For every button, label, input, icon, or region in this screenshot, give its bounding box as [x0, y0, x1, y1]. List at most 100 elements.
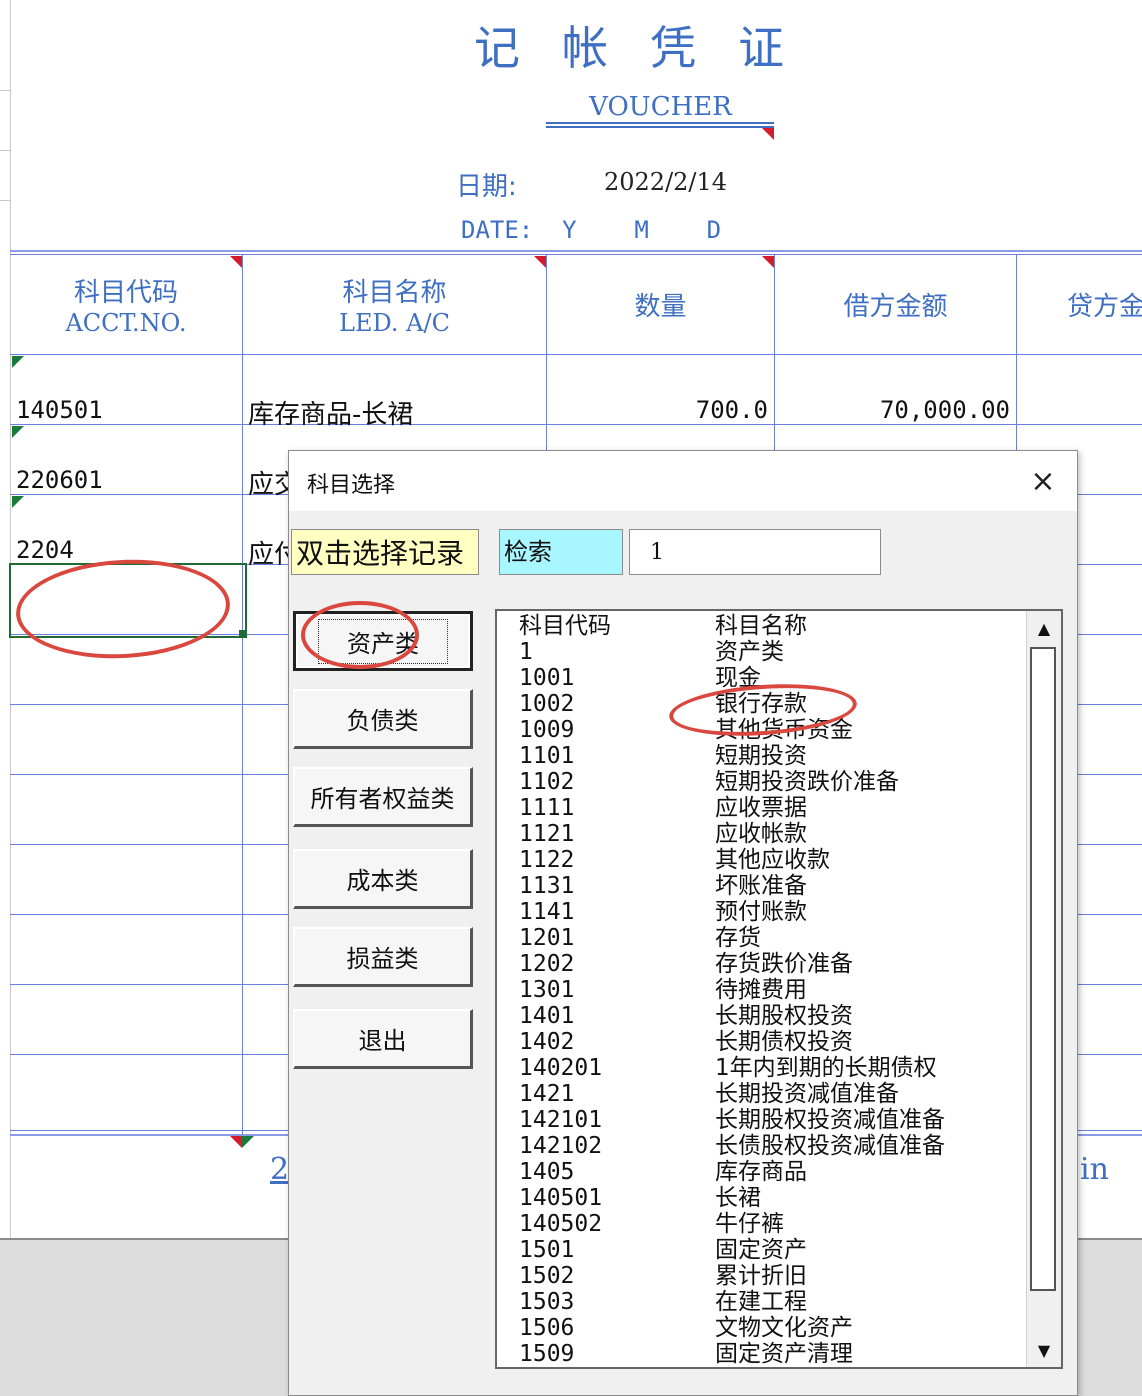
account-list-item[interactable]: 1421 长期投资减值准备 [519, 1081, 899, 1107]
account-name: 应收票据 [715, 795, 807, 821]
account-list-item[interactable]: 1502 累计折旧 [519, 1263, 807, 1289]
account-name: 长债股权投资减值准备 [715, 1133, 945, 1159]
error-marker [12, 426, 24, 438]
account-name: 长期债权投资 [715, 1029, 853, 1055]
account-name: 预付账款 [715, 899, 807, 925]
dialog-titlebar[interactable]: 科目选择 × [289, 451, 1077, 511]
annotation-circle [301, 601, 419, 669]
footer-text-right: in [1080, 1152, 1109, 1187]
title-underline-2 [546, 126, 774, 128]
grid-line [10, 354, 1142, 355]
account-code: 1421 [519, 1081, 575, 1107]
account-list-item[interactable]: 142101 长期股权投资减值准备 [519, 1107, 945, 1133]
list-header-name: 科目名称 [715, 613, 807, 639]
header-ledger-en: LED. A/C [339, 308, 450, 337]
header-acct-no: 科目代码 ACCT.NO. [10, 256, 242, 352]
account-code: 1201 [519, 925, 575, 951]
list-scrollbar[interactable]: ▲ ▼ [1026, 611, 1061, 1367]
account-list-header: 科目代码 科目名称 [519, 613, 807, 639]
account-name: 长期股权投资 [715, 1003, 853, 1029]
account-list-item[interactable]: 1402 长期债权投资 [519, 1029, 853, 1055]
account-name: 坏账准备 [715, 873, 807, 899]
account-list-item[interactable]: 1141 预付账款 [519, 899, 807, 925]
account-list-item[interactable]: 1401 长期股权投资 [519, 1003, 853, 1029]
account-list-item[interactable]: 1501 固定资产 [519, 1237, 807, 1263]
comment-marker [762, 128, 774, 140]
account-code: 1402 [519, 1029, 575, 1055]
account-code: 1122 [519, 847, 575, 873]
account-list-item[interactable]: 140201 1年内到期的长期债权 [519, 1055, 937, 1081]
account-code: 1401 [519, 1003, 575, 1029]
account-name: 存货 [715, 925, 761, 951]
account-list-item[interactable]: 1506 文物文化资产 [519, 1315, 853, 1341]
account-list-item[interactable]: 1509 固定资产清理 [519, 1341, 853, 1367]
account-list-item[interactable]: 1101 短期投资 [519, 743, 807, 769]
account-list-item[interactable]: 1001 现金 [519, 665, 761, 691]
account-code: 1 [519, 639, 533, 665]
header-debit: 借方金额 [775, 256, 1016, 352]
account-list-item[interactable]: 140502 牛仔裤 [519, 1211, 784, 1237]
category-equity-button[interactable]: 所有者权益类 [293, 767, 473, 827]
account-list-item[interactable]: 1503 在建工程 [519, 1289, 807, 1315]
account-list-item[interactable]: 1111 应收票据 [519, 795, 807, 821]
header-ledger: 科目名称 LED. A/C [243, 256, 546, 352]
account-list-item[interactable]: 1122 其他应收款 [519, 847, 830, 873]
account-name: 文物文化资产 [715, 1315, 853, 1341]
date-label: 日期: [456, 172, 517, 202]
row1-debit[interactable]: 70,000.00 [776, 396, 1010, 424]
category-cost-button[interactable]: 成本类 [293, 849, 473, 909]
row2-code[interactable]: 220601 [16, 466, 103, 494]
search-label: 检索 [499, 529, 623, 575]
row3-code[interactable]: 2204 [16, 536, 74, 564]
account-code: 140201 [519, 1055, 603, 1081]
scroll-down-icon[interactable]: ▼ [1027, 1333, 1061, 1367]
account-list-item[interactable]: 1405 库存商品 [519, 1159, 807, 1185]
voucher-title-cn: 记帐凭证 [474, 21, 826, 75]
account-list-item[interactable]: 1201 存货 [519, 925, 761, 951]
account-code: 142102 [519, 1133, 603, 1159]
account-code: 1101 [519, 743, 575, 769]
comment-marker [762, 256, 774, 268]
header-quantity: 数量 [547, 256, 774, 352]
account-code: 1301 [519, 977, 575, 1003]
category-liabilities-button[interactable]: 负债类 [293, 689, 473, 749]
category-profit-loss-button[interactable]: 损益类 [293, 927, 473, 987]
account-select-dialog: 科目选择 × 双击选择记录 检索 资产类 负债类 所有者权益类 成本类 损益类 … [288, 450, 1078, 1396]
search-input[interactable] [629, 529, 881, 575]
account-list-item[interactable]: 1131 坏账准备 [519, 873, 807, 899]
scroll-thumb[interactable] [1030, 647, 1056, 1291]
footer-link[interactable]: 2 [270, 1152, 289, 1187]
dialog-title: 科目选择 [307, 473, 396, 498]
account-list-item[interactable]: 1121 应收帐款 [519, 821, 807, 847]
account-list-item[interactable]: 1102 短期投资跌价准备 [519, 769, 899, 795]
account-list-item[interactable]: 140501 长裙 [519, 1185, 761, 1211]
title-underline [546, 122, 774, 124]
account-name: 资产类 [715, 639, 784, 665]
account-name: 存货跌价准备 [715, 951, 853, 977]
grid-line [10, 254, 1142, 255]
account-name: 牛仔裤 [715, 1211, 784, 1237]
grid-line [10, 424, 1142, 425]
account-name: 在建工程 [715, 1289, 807, 1315]
row1-qty[interactable]: 700.0 [548, 396, 768, 424]
date-en-label: DATE: Y M D [461, 216, 722, 244]
fill-handle[interactable] [239, 630, 246, 637]
account-list-item[interactable]: 1301 待摊费用 [519, 977, 807, 1003]
account-list-item[interactable]: 142102 长债股权投资减值准备 [519, 1133, 945, 1159]
account-code: 142101 [519, 1107, 603, 1133]
account-name: 固定资产清理 [715, 1341, 853, 1367]
account-list-item[interactable]: 1202 存货跌价准备 [519, 951, 853, 977]
exit-button[interactable]: 退出 [293, 1009, 473, 1069]
voucher-title-en: VOUCHER [589, 92, 732, 122]
double-click-hint: 双击选择记录 [291, 529, 479, 575]
scroll-up-icon[interactable]: ▲ [1027, 611, 1061, 645]
account-list-item[interactable]: 1 资产类 [519, 639, 784, 665]
row1-name[interactable]: 库存商品-长裙 [248, 394, 413, 431]
header-quantity-cn: 数量 [634, 291, 687, 322]
date-value[interactable]: 2022/2/14 [604, 168, 727, 196]
account-name: 短期投资跌价准备 [715, 769, 899, 795]
account-name: 短期投资 [715, 743, 807, 769]
header-credit-cn: 贷方金 [1067, 291, 1142, 322]
close-icon[interactable]: × [1023, 461, 1063, 501]
row1-code[interactable]: 140501 [16, 396, 103, 424]
